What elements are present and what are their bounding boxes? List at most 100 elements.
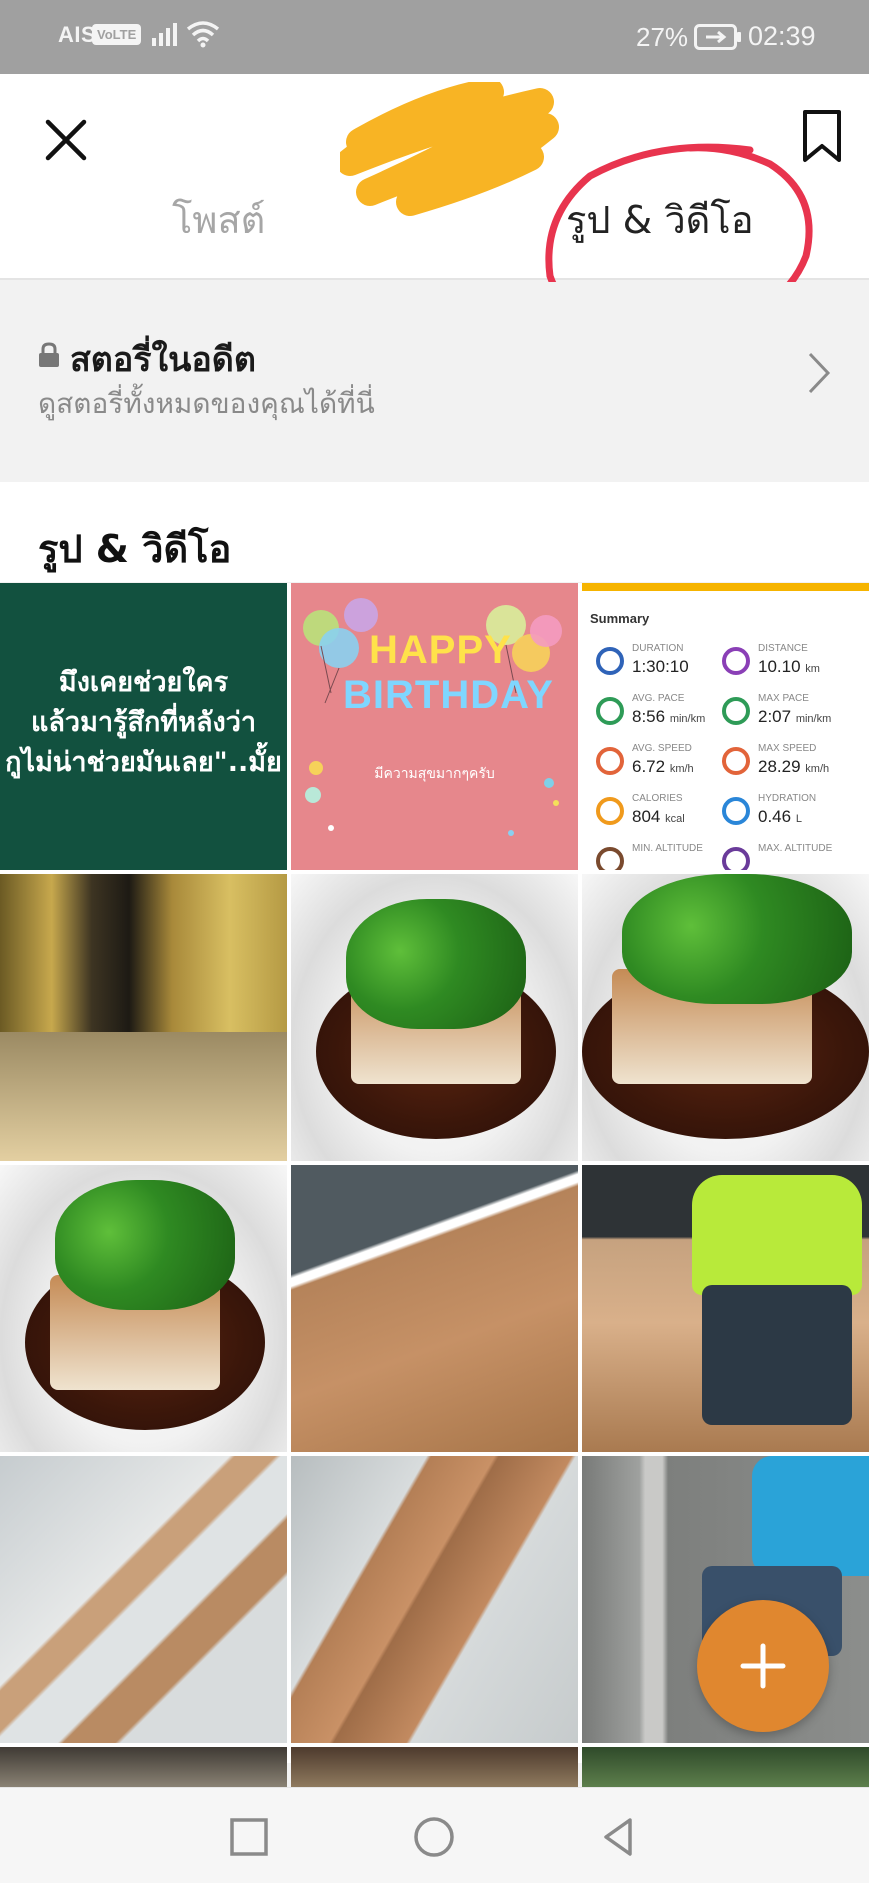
birthday-message: มีความสุขมากๆครับ: [374, 766, 495, 782]
flame-icon: [596, 797, 624, 825]
summary-stat-label: MAX PACE: [758, 693, 809, 704]
photo-detail: [702, 1285, 852, 1425]
volte-badge: VoLTE: [92, 24, 142, 45]
grid-item-photo-hallway[interactable]: [0, 874, 287, 1161]
grid-item-photo-tofu[interactable]: [582, 874, 869, 1161]
summary-stat-number: 1:30:10: [632, 657, 689, 676]
tab-posts[interactable]: โพสต์: [172, 189, 265, 250]
summary-stat: MAX SPEED 28.29 km/h: [722, 741, 862, 791]
past-stories-row[interactable]: สตอรี่ในอดีต ดูสตอรี่ทั้งหมดของคุณได้ที่…: [0, 282, 869, 482]
birthday-text: BIRTHDAY: [343, 673, 554, 717]
summary-stat-unit: min/km: [669, 713, 706, 725]
summary-stat: CALORIES 804 kcal: [596, 791, 736, 841]
photo-detail: [55, 1180, 235, 1310]
photo-detail: [692, 1175, 862, 1295]
summary-stat-value: 8:56 min/km: [632, 707, 705, 727]
summary-stat: MAX. ALTITUDE: [722, 841, 862, 870]
grid-item-photo-planks[interactable]: [0, 1456, 287, 1743]
battery-icon: [694, 24, 741, 50]
photo-detail: [346, 899, 526, 1029]
summary-stat-value: 2:07 min/km: [758, 707, 831, 727]
summary-stat: MAX PACE 2:07 min/km: [722, 691, 862, 741]
drops-icon: [722, 797, 750, 825]
summary-title: Summary: [590, 611, 650, 626]
summary-stat-label: AVG. SPEED: [632, 743, 692, 754]
media-section-header: รูป & วิดีโอ: [0, 482, 869, 582]
grid-item-photo-planks[interactable]: [291, 1456, 578, 1743]
summary-stat-label: DISTANCE: [758, 643, 808, 654]
plus-icon: [740, 1643, 786, 1689]
gauge-icon: [722, 697, 750, 725]
summary-stat-number: 0.46: [758, 807, 792, 826]
summary-stat: DURATION 1:30:10: [596, 641, 736, 691]
grid-item-photo-floor[interactable]: [291, 1165, 578, 1452]
past-stories-subtitle: ดูสตอรี่ทั้งหมดของคุณได้ที่นี่: [38, 387, 375, 420]
section-title: รูป & วิดีโอ: [38, 527, 232, 571]
summary-stat: DISTANCE 10.10 km: [722, 641, 862, 691]
mountain-icon: [596, 847, 624, 870]
summary-stat-label: MAX. ALTITUDE: [758, 843, 833, 854]
mountain-icon: [722, 847, 750, 870]
grid-item-photo[interactable]: [291, 1747, 578, 1787]
stopwatch-icon: [596, 647, 624, 675]
summary-stat: MIN. ALTITUDE: [596, 841, 736, 870]
media-grid: มึงเคยช่วยใคร แล้วมารู้สึกที่หลังว่า กูไ…: [0, 583, 869, 1787]
summary-stat-unit: km/h: [669, 763, 694, 775]
summary-stat-label: AVG. PACE: [632, 693, 685, 704]
grid-item-birthday[interactable]: HAPPY BIRTHDAY มีความสุขมากๆครับ: [291, 583, 578, 870]
gauge-icon: [596, 697, 624, 725]
back-icon[interactable]: [594, 1812, 644, 1862]
speed-icon: [596, 747, 624, 775]
speed-icon: [722, 747, 750, 775]
recent-apps-icon[interactable]: [224, 1812, 274, 1862]
summary-stat: AVG. SPEED 6.72 km/h: [596, 741, 736, 791]
summary-stat-unit: min/km: [795, 713, 832, 725]
battery-percent: 27%: [636, 22, 689, 52]
summary-stat-label: HYDRATION: [758, 793, 817, 804]
summary-stat-unit: km: [805, 663, 820, 675]
balloons-graphic: [303, 598, 562, 836]
location-icon: [722, 647, 750, 675]
grid-item-photo[interactable]: [582, 1747, 869, 1787]
summary-stat: AVG. PACE 8:56 min/km: [596, 691, 736, 741]
grid-item-photo[interactable]: [0, 1747, 287, 1787]
grid-item-photo-tofu[interactable]: [291, 874, 578, 1161]
summary-stat-value: 0.46 L: [758, 807, 802, 827]
summary-stat-value: 804 kcal: [632, 807, 685, 827]
quote-line: มึงเคยช่วยใคร: [58, 667, 229, 698]
screen: AIS VoLTE 27% 02:39 โพสต์ รูป & วิดีโอ ส…: [0, 0, 869, 1883]
home-icon[interactable]: [409, 1812, 459, 1862]
summary-stat-value: 28.29 km/h: [758, 757, 829, 777]
summary-stat-unit: kcal: [665, 813, 685, 825]
summary-stat-label: MIN. ALTITUDE: [632, 843, 703, 854]
summary-stat-number: 8:56: [632, 707, 666, 726]
signal-icon: [152, 23, 177, 46]
summary-stat-unit: km/h: [805, 763, 830, 775]
quote-line: แล้วมารู้สึกที่หลังว่า: [30, 707, 257, 738]
bookmark-icon[interactable]: [800, 108, 844, 164]
tab-photos-videos[interactable]: รูป & วิดีโอ: [566, 189, 754, 250]
summary-stat-label: MAX SPEED: [758, 743, 817, 754]
summary-stat-value: 6.72 km/h: [632, 757, 694, 777]
grid-item-photo-worker[interactable]: [582, 1165, 869, 1452]
summary-stat-unit: L: [795, 813, 802, 825]
quote-text: มึงเคยช่วยใคร แล้วมารู้สึกที่หลังว่า กูไ…: [0, 663, 287, 783]
quote-line: กูไม่น่าช่วยมันเลย"..มั้ย: [5, 747, 282, 778]
summary-stat-number: 804: [632, 807, 661, 826]
summary-stat-value: 1:30:10: [632, 657, 689, 677]
close-icon[interactable]: [40, 114, 92, 166]
grid-item-photo-tofu[interactable]: [0, 1165, 287, 1452]
add-button[interactable]: [697, 1600, 829, 1732]
summary-stat-label: CALORIES: [632, 793, 683, 804]
redaction-scribble: [340, 82, 559, 216]
summary-stat-value: 10.10 km: [758, 657, 820, 677]
status-bar: AIS VoLTE 27% 02:39: [0, 0, 869, 74]
summary-stat-number: 28.29: [758, 757, 801, 776]
summary-stat-number: 2:07: [758, 707, 792, 726]
grid-item-quote[interactable]: มึงเคยช่วยใคร แล้วมารู้สึกที่หลังว่า กูไ…: [0, 583, 287, 870]
grid-item-run-summary[interactable]: Summary DURATION 1:30:10 DISTANCE 10.10 km…: [582, 583, 869, 870]
past-stories-title: สตอรี่ในอดีต: [70, 340, 256, 380]
summary-top-bar: [582, 583, 869, 591]
summary-stat: HYDRATION 0.46 L: [722, 791, 862, 841]
summary-stat-number: 10.10: [758, 657, 801, 676]
